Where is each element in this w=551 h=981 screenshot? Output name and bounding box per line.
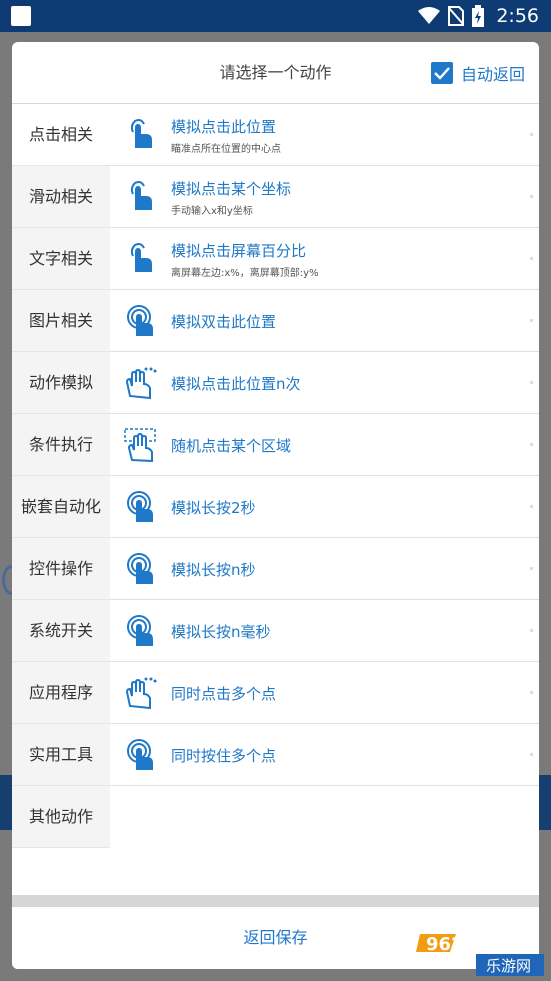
clock: 2:56 [496, 5, 539, 27]
action-title: 同时按住多个点 [171, 746, 277, 765]
action-item[interactable]: 同时点击多个点 [110, 662, 539, 724]
category-item[interactable]: 其他动作 [12, 786, 110, 848]
status-bar: 2:56 [0, 0, 551, 32]
category-item[interactable]: 图片相关 [12, 290, 110, 352]
row-marker [530, 567, 533, 570]
row-marker [530, 195, 533, 198]
category-item[interactable]: 条件执行 [12, 414, 110, 476]
action-item[interactable]: 随机点击某个区域 [110, 414, 539, 476]
action-item[interactable]: 模拟点击屏幕百分比 离屏幕左边:x%，离屏幕顶部:y% [110, 228, 539, 290]
watermark-top: 962.NET [426, 934, 511, 955]
action-item[interactable]: 模拟点击此位置n次 [110, 352, 539, 414]
row-marker [530, 629, 533, 632]
action-item[interactable]: 模拟长按n秒 [110, 538, 539, 600]
row-marker [530, 133, 533, 136]
action-title: 模拟长按n秒 [171, 560, 256, 579]
battery-icon [472, 5, 485, 27]
watermark-bottom: 乐游网 [486, 957, 531, 975]
category-item[interactable]: 点击相关 [12, 104, 110, 166]
row-marker [530, 257, 533, 260]
tap-icon [130, 243, 152, 272]
row-marker [530, 753, 533, 756]
action-title: 模拟点击此位置n次 [171, 374, 301, 393]
multi-tap-icon [125, 677, 157, 710]
category-item[interactable]: 控件操作 [12, 538, 110, 600]
action-title: 模拟双击此位置 [171, 312, 277, 331]
scroll-divider [12, 895, 539, 907]
action-subtitle: 离屏幕左边:x%，离屏幕顶部:y% [171, 267, 319, 279]
category-item[interactable]: 动作模拟 [12, 352, 110, 414]
long-press-icon [127, 739, 153, 770]
auto-return-checkbox[interactable] [430, 62, 453, 84]
area-tap-icon [124, 428, 156, 462]
category-item[interactable]: 滑动相关 [12, 166, 110, 228]
action-title: 模拟点击屏幕百分比 [171, 241, 307, 260]
action-title: 同时点击多个点 [171, 684, 277, 703]
action-list: 模拟点击此位置 瞄准点所在位置的中心点 模拟点击某个坐标 手动输入x和y坐标 模… [110, 104, 539, 786]
action-title: 模拟长按n毫秒 [171, 622, 271, 641]
category-list: 点击相关 滑动相关 文字相关 图片相关 动作模拟 条件执行 嵌套自动化 控件操作… [12, 104, 110, 848]
double-tap-icon [127, 305, 153, 336]
action-item[interactable]: 模拟长按n毫秒 [110, 600, 539, 662]
wifi-icon [418, 7, 441, 24]
watermark-logo: 962.NET 乐游网 [416, 934, 544, 976]
auto-return-label: 自动返回 [460, 65, 525, 84]
auto-return-toggle[interactable]: 自动返回 [430, 61, 525, 85]
action-picker-dialog: 请选择一个动作 自动返回 点击相关 滑动相关 文字相关 图片相关 动作模拟 条件… [12, 42, 539, 969]
action-item[interactable]: 模拟点击此位置 瞄准点所在位置的中心点 [110, 104, 539, 166]
action-title: 模拟点击某个坐标 [171, 179, 292, 198]
action-subtitle: 瞄准点所在位置的中心点 [171, 143, 281, 155]
row-marker [530, 443, 533, 446]
tap-icon [130, 181, 152, 210]
checkmark-icon [434, 67, 450, 80]
row-marker [530, 381, 533, 384]
action-item[interactable]: 模拟双击此位置 [110, 290, 539, 352]
category-item[interactable]: 文字相关 [12, 228, 110, 290]
row-marker [530, 505, 533, 508]
row-marker [530, 691, 533, 694]
action-title: 模拟点击此位置 [171, 117, 277, 136]
action-item[interactable]: 模拟长按2秒 [110, 476, 539, 538]
long-press-icon [127, 553, 153, 584]
no-sim-icon [448, 6, 465, 26]
action-item[interactable]: 模拟点击某个坐标 手动输入x和y坐标 [110, 166, 539, 228]
action-title: 随机点击某个区域 [171, 436, 292, 455]
notification-icon [11, 6, 31, 26]
category-item[interactable]: 实用工具 [12, 724, 110, 786]
dialog-header: 请选择一个动作 自动返回 [12, 42, 539, 104]
long-press-icon [127, 615, 153, 646]
action-title: 模拟长按2秒 [171, 498, 256, 517]
multi-tap-icon [125, 367, 157, 400]
category-item[interactable]: 嵌套自动化 [12, 476, 110, 538]
action-subtitle: 手动输入x和y坐标 [171, 205, 253, 217]
action-item[interactable]: 同时按住多个点 [110, 724, 539, 786]
long-press-icon [127, 491, 153, 522]
category-item[interactable]: 应用程序 [12, 662, 110, 724]
row-marker [530, 319, 533, 322]
category-item[interactable]: 系统开关 [12, 600, 110, 662]
tap-icon [130, 119, 152, 148]
